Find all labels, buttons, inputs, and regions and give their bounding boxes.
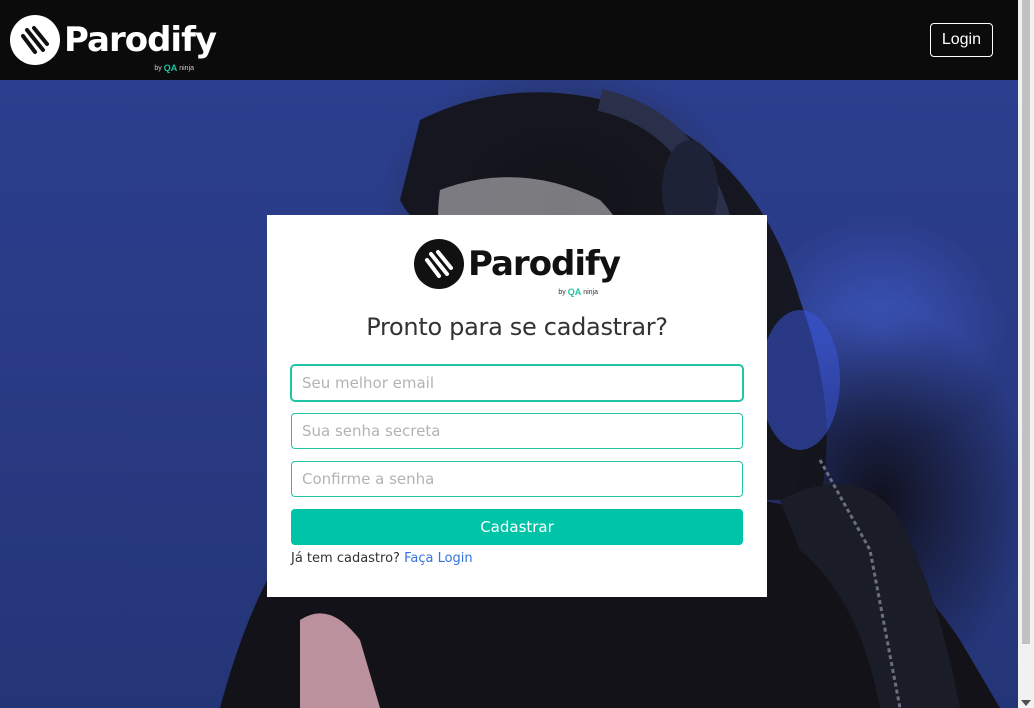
scrollbar-thumb[interactable] (1022, 0, 1030, 644)
navbar-brand-name: Parodify (64, 20, 217, 60)
top-navbar: Parodify by QA ninja Login (0, 0, 1018, 80)
signup-card: Parodify by QA ninja Pronto para se cada… (267, 215, 767, 597)
parodify-logo-icon (413, 239, 464, 289)
byline-mark: QA (567, 287, 582, 297)
navbar-login-button[interactable]: Login (929, 23, 993, 57)
byline-by: by (558, 288, 566, 296)
confirm-password-field[interactable] (291, 461, 743, 497)
navbar-brand-byline: by QA ninja (154, 63, 194, 73)
hero-background-image: Parodify by QA ninja Pronto para se cada… (0, 80, 1018, 708)
parodify-logo-icon (10, 15, 60, 65)
scroll-down-arrow-icon[interactable] (1021, 700, 1031, 706)
card-brand-name: Parodify (467, 244, 621, 284)
byline-by: by (154, 64, 162, 72)
email-field[interactable] (291, 365, 743, 401)
password-field[interactable] (291, 413, 743, 449)
vertical-scrollbar[interactable] (1018, 0, 1034, 708)
signup-submit-button[interactable]: Cadastrar (291, 509, 743, 545)
byline-mark: QA (163, 63, 178, 73)
signup-title: Pronto para se cadastrar? (366, 313, 668, 341)
login-prompt-text: Já tem cadastro? (291, 551, 400, 566)
login-prompt: Já tem cadastro? Faça Login (291, 551, 743, 566)
login-link[interactable]: Faça Login (404, 551, 473, 566)
card-brand-byline: by QA ninja (558, 287, 598, 297)
byline-suffix: ninja (583, 288, 599, 296)
navbar-logo[interactable]: Parodify by QA ninja (10, 15, 217, 73)
byline-suffix: ninja (179, 64, 195, 72)
card-logo: Parodify by QA ninja (291, 239, 743, 297)
card-brand: Parodify by QA ninja (413, 239, 621, 297)
